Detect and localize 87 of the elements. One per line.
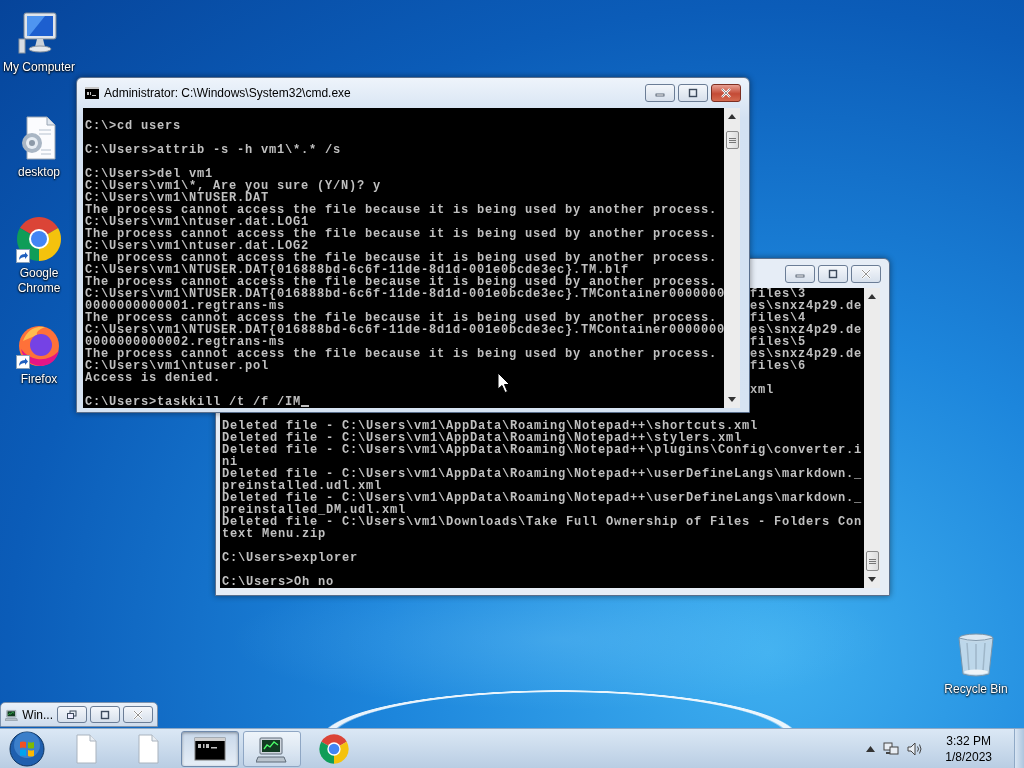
icon-label[interactable]: Google Chrome <box>0 266 78 296</box>
console-line: C:\Users>taskkill /t /f /IM <box>85 396 302 408</box>
console-area[interactable] <box>83 108 724 408</box>
console-line: 0000000000002.regtrans-ms <box>85 336 286 348</box>
console-line: The process cannot access the file because it is being used by another process. <box>85 276 718 288</box>
close-button[interactable] <box>851 264 881 283</box>
console-line: es\snxz4p29.de <box>750 348 863 360</box>
network-icon[interactable] <box>883 740 900 757</box>
console-line: es\snxz4p29.de <box>750 300 863 312</box>
console-line: C:\Users>Oh no <box>222 576 335 588</box>
console-line: C:\Users\vm1\NTUSER.DAT{016888bd-6c6f-11de-8d1d-001e0bcde3ec}.TMContainer0000000 <box>85 324 726 336</box>
console-line: Deleted file - C:\Users\vm1\AppData\Roaming\Notepad++\userDefineLangs\markdown._ <box>222 468 863 480</box>
up-arrow-icon <box>868 294 877 299</box>
console-line: C:\Users>attrib -s -h vm1\*.* /s <box>85 144 342 156</box>
maximize-icon <box>687 88 699 98</box>
icon-label[interactable]: Firefox <box>20 372 58 387</box>
down-arrow-icon <box>868 577 877 582</box>
console-line: C:\Users\vm1\ntuser.dat.LOG2 <box>85 240 310 252</box>
scroll-thumb[interactable] <box>725 131 739 149</box>
console-line: The process cannot access the file because it is being used by another process. <box>85 252 718 264</box>
console-line: text Menu.zip <box>222 528 326 540</box>
console-line: files\3 <box>750 288 806 300</box>
chrome-icon <box>318 732 350 765</box>
console-line: C:\Users>del vm1 <box>85 168 214 180</box>
console-line: Deleted file - C:\Users\vm1\AppData\Roaming\Notepad++\plugins\Config\converter.i <box>222 444 863 456</box>
console-line: files\5 <box>750 336 806 348</box>
console-line: The process cannot access the file because it is being used by another process. <box>85 204 718 216</box>
console-line: preinstalled.udl.xml <box>222 480 383 492</box>
restore-icon <box>66 709 78 720</box>
console-line: preinstalled_DM.udl.xml <box>222 504 407 516</box>
up-arrow-icon <box>728 114 736 119</box>
console-line: C:\Users\vm1\ntuser.dat.LOG1 <box>85 216 310 228</box>
maximize-button[interactable] <box>678 84 708 102</box>
console-line: 0000000000001.regtrans-ms <box>85 300 286 312</box>
console-line: Deleted file - C:\Users\vm1\AppData\Roaming\Notepad++\userDefineLangs\markdown._ <box>222 492 863 504</box>
maximize-icon <box>827 268 839 279</box>
minimize-button[interactable] <box>645 84 675 102</box>
icon-label[interactable]: desktop <box>18 165 60 180</box>
maximize-button[interactable] <box>90 706 120 723</box>
console-line: C:\Users>explorer <box>222 552 359 564</box>
console-line: es\snxz4p29.de <box>750 324 863 336</box>
close-icon <box>720 88 732 98</box>
clock-time[interactable]: 3:32 PM <box>946 732 991 749</box>
window-title: Win... <box>22 707 53 722</box>
console-line: C:\Users\vm1\NTUSER.DAT{016888bd-6c6f-11de-8d1d-001e0bcde3ec}.TMContainer0000000 <box>85 288 726 300</box>
icon-label[interactable]: My Computer <box>3 60 75 75</box>
console-line: C:\Users\vm1\NTUSER.DAT <box>85 192 270 204</box>
console-line: Deleted file - C:\Users\vm1\Downloads\Take Full Ownership of Files - Folders Con <box>222 516 863 528</box>
console-icon <box>85 87 99 99</box>
console-line: ni <box>222 456 238 468</box>
console-window[interactable] <box>76 77 750 413</box>
minimize-button[interactable] <box>785 264 815 283</box>
start-button[interactable] <box>7 729 47 768</box>
restore-button[interactable] <box>57 706 87 723</box>
console-line: Deleted file - C:\Users\vm1\AppData\Roaming\Notepad++\shortcuts.xml <box>222 420 759 432</box>
maximize-button[interactable] <box>818 264 848 283</box>
console-line: Access is denied. <box>85 372 222 384</box>
taskbar-button[interactable] <box>181 730 239 767</box>
console-line: C:\Users\vm1\NTUSER.DAT{016888bd-6c6f-11de-8d1d-001e0bcde3ec}.TM.blf <box>85 264 630 276</box>
close-button[interactable] <box>123 706 153 723</box>
taskbar-button[interactable] <box>243 730 301 767</box>
down-arrow-icon <box>728 397 736 402</box>
chrome-icon[interactable] <box>15 215 63 263</box>
close-button[interactable] <box>711 84 741 102</box>
console-line: C:\Users\vm1\*, Are you sure (Y/N)? y <box>85 180 382 192</box>
console-line: The process cannot access the file because it is being used by another process. <box>85 348 718 360</box>
console-line: files\4 <box>750 312 806 324</box>
console-line: The process cannot access the file because it is being used by another process. <box>85 228 718 240</box>
scroll-thumb[interactable] <box>865 551 879 571</box>
maximize-icon <box>99 709 111 720</box>
clock-date[interactable]: 1/8/2023 <box>945 748 992 765</box>
window-title: Administrator: C:\Windows\System32\cmd.exe <box>104 86 351 100</box>
close-icon <box>860 268 872 279</box>
console-line: C:\>cd users <box>85 120 181 132</box>
show-hidden-icons-button[interactable] <box>866 745 876 752</box>
console-line: C:\Users\vm1\ntuser.pol <box>85 360 270 372</box>
monitor-icon <box>5 707 19 722</box>
volume-icon[interactable] <box>907 740 924 757</box>
close-icon <box>132 709 144 720</box>
console-line: files\6 <box>750 360 806 372</box>
mouse-pointer-icon <box>497 372 511 394</box>
console-line: Deleted file - C:\Users\vm1\AppData\Roaming\Notepad++\stylers.xml <box>222 432 743 444</box>
console-line: The process cannot access the file because it is being used by another process. <box>85 312 718 324</box>
console-line: xml <box>750 384 774 396</box>
scrollbar[interactable] <box>724 108 740 408</box>
scrollbar[interactable] <box>864 288 880 588</box>
minimized-window[interactable]: Win... <box>0 702 158 727</box>
